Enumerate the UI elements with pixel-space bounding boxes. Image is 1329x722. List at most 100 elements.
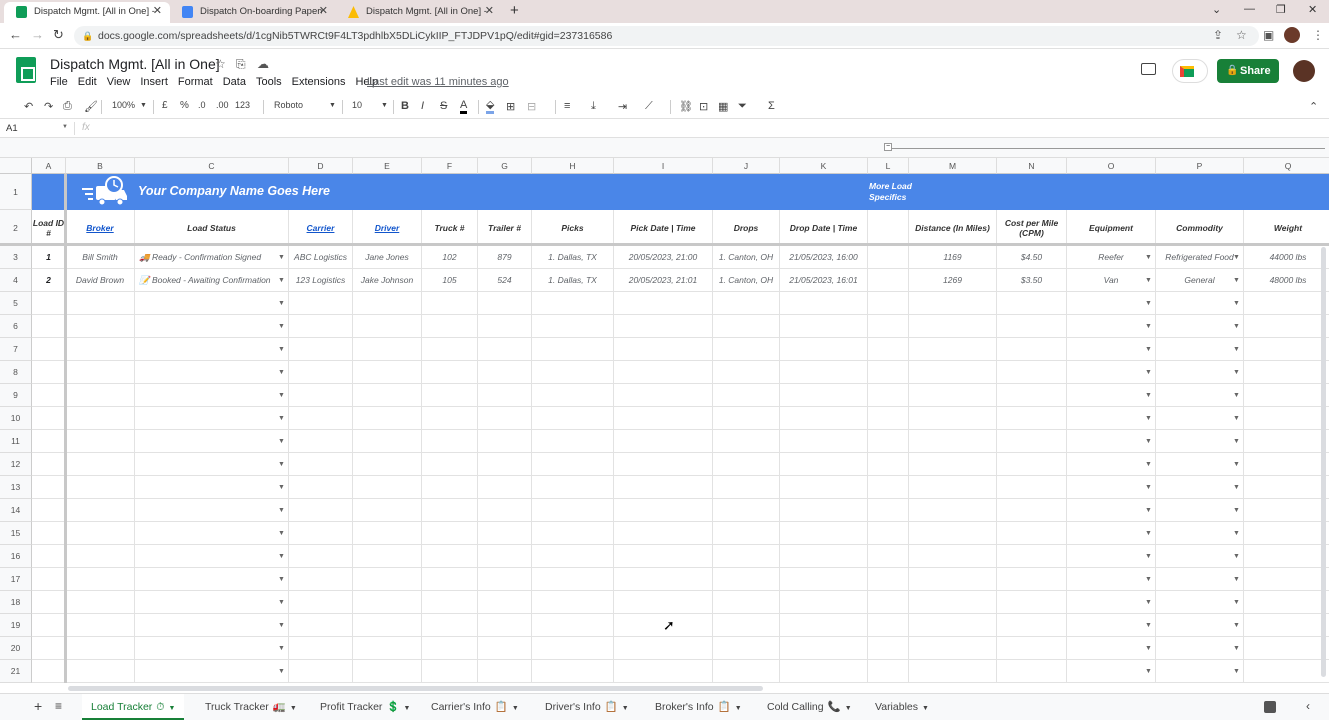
empty-cell[interactable] xyxy=(353,338,422,361)
empty-cell[interactable] xyxy=(135,591,289,614)
empty-cell[interactable] xyxy=(66,338,135,361)
comment-history-icon[interactable] xyxy=(1141,63,1156,75)
vertical-align-icon[interactable]: ⤓ xyxy=(591,100,596,113)
dropdown-arrow-icon[interactable]: ▼ xyxy=(278,254,285,261)
empty-cell[interactable] xyxy=(66,660,135,683)
empty-cell[interactable] xyxy=(713,292,780,315)
empty-cell[interactable] xyxy=(1156,338,1244,361)
empty-cell[interactable] xyxy=(1067,614,1156,637)
empty-cell[interactable] xyxy=(713,453,780,476)
row-header-15[interactable]: 15 xyxy=(0,522,32,545)
horizontal-align-icon[interactable]: ≡ xyxy=(564,100,570,112)
empty-cell[interactable] xyxy=(614,637,713,660)
text-color-icon[interactable]: A xyxy=(460,100,468,114)
dropdown-arrow-icon[interactable]: ▼ xyxy=(1145,323,1152,330)
empty-cell[interactable] xyxy=(353,522,422,545)
column-header-k[interactable]: K xyxy=(780,158,868,174)
empty-cell[interactable] xyxy=(135,361,289,384)
insert-chart-icon[interactable]: ▦ xyxy=(718,100,728,113)
empty-cell[interactable] xyxy=(780,637,868,660)
empty-cell[interactable] xyxy=(1156,476,1244,499)
empty-cell[interactable] xyxy=(289,545,353,568)
empty-cell[interactable] xyxy=(868,407,909,430)
empty-cell[interactable] xyxy=(868,522,909,545)
table-cell[interactable]: 44000 lbs xyxy=(1244,246,1329,269)
insert-comment-icon[interactable]: ⊡ xyxy=(699,100,708,113)
empty-cell[interactable] xyxy=(289,522,353,545)
empty-cell[interactable] xyxy=(289,430,353,453)
add-sheet-button[interactable]: + xyxy=(34,698,42,714)
name-box[interactable]: A1 xyxy=(6,123,18,134)
table-cell[interactable]: 879 xyxy=(478,246,532,269)
empty-cell[interactable] xyxy=(780,591,868,614)
dropdown-arrow-icon[interactable]: ▼ xyxy=(1145,645,1152,652)
dropdown-arrow-icon[interactable]: ▼ xyxy=(1233,323,1240,330)
empty-cell[interactable] xyxy=(478,338,532,361)
dropdown-arrow-icon[interactable]: ▼ xyxy=(1233,300,1240,307)
filter-icon[interactable]: ⏷ xyxy=(738,100,747,113)
table-cell[interactable]: 524 xyxy=(478,269,532,292)
table-cell[interactable]: 105 xyxy=(422,269,478,292)
browser-tab-2[interactable]: Dispatch On-boarding Paperwor ✕ xyxy=(170,2,336,23)
insert-link-icon[interactable]: ⛓ xyxy=(679,100,693,113)
empty-cell[interactable] xyxy=(868,660,909,683)
column-header-l[interactable]: L xyxy=(868,158,909,174)
sheet-tab-load-tracker[interactable]: Load Tracker ⏱ ▼ xyxy=(82,694,185,720)
empty-cell[interactable] xyxy=(1067,499,1156,522)
menu-format[interactable]: Format xyxy=(178,76,213,88)
dropdown-arrow-icon[interactable]: ▼ xyxy=(1145,484,1152,491)
empty-cell[interactable] xyxy=(868,637,909,660)
empty-cell[interactable] xyxy=(66,591,135,614)
empty-cell[interactable] xyxy=(1067,476,1156,499)
empty-cell[interactable] xyxy=(713,660,780,683)
close-icon[interactable]: ✕ xyxy=(319,2,328,21)
all-sheets-menu-icon[interactable]: ≡ xyxy=(55,699,62,713)
empty-cell[interactable] xyxy=(32,338,66,361)
empty-cell[interactable] xyxy=(353,407,422,430)
empty-cell[interactable] xyxy=(32,384,66,407)
empty-cell[interactable] xyxy=(532,453,614,476)
currency-format-button[interactable]: £ xyxy=(162,100,168,111)
empty-cell[interactable] xyxy=(532,660,614,683)
dropdown-arrow-icon[interactable]: ▼ xyxy=(1145,300,1152,307)
column-header-h[interactable]: H xyxy=(532,158,614,174)
dropdown-arrow-icon[interactable]: ▼ xyxy=(1145,599,1152,606)
empty-cell[interactable] xyxy=(66,637,135,660)
empty-cell[interactable] xyxy=(353,430,422,453)
empty-cell[interactable] xyxy=(997,660,1067,683)
header-cell[interactable]: Equipment xyxy=(1067,210,1156,246)
empty-cell[interactable] xyxy=(868,430,909,453)
empty-cell[interactable] xyxy=(135,660,289,683)
empty-cell[interactable] xyxy=(353,660,422,683)
empty-cell[interactable] xyxy=(353,315,422,338)
table-cell[interactable]: 48000 lbs xyxy=(1244,269,1329,292)
merge-cells-icon[interactable]: ⊟ xyxy=(527,100,536,113)
empty-cell[interactable] xyxy=(289,453,353,476)
back-icon[interactable]: ← xyxy=(9,27,22,42)
frozen-column-divider[interactable] xyxy=(64,174,67,683)
column-header-e[interactable]: E xyxy=(353,158,422,174)
table-cell[interactable]: 2 xyxy=(32,269,66,292)
empty-cell[interactable] xyxy=(532,292,614,315)
dropdown-arrow-icon[interactable]: ▼ xyxy=(1233,346,1240,353)
empty-cell[interactable] xyxy=(135,568,289,591)
empty-cell[interactable] xyxy=(868,545,909,568)
dropdown-arrow-icon[interactable]: ▼ xyxy=(278,668,285,675)
empty-cell[interactable] xyxy=(780,407,868,430)
fill-color-icon[interactable]: ⬙ xyxy=(486,100,495,114)
table-cell[interactable]: 102 xyxy=(422,246,478,269)
dropdown-arrow-icon[interactable]: ▼ xyxy=(1233,553,1240,560)
empty-cell[interactable] xyxy=(780,660,868,683)
url-field[interactable]: 🔒 docs.google.com/spreadsheets/d/1cgNib5… xyxy=(74,26,1259,46)
row-header-8[interactable]: 8 xyxy=(0,361,32,384)
header-cell[interactable]: Load Status xyxy=(135,210,289,246)
spreadsheet-grid[interactable]: − Your Company Name Goes Here More Load … xyxy=(0,138,1329,683)
empty-cell[interactable] xyxy=(997,292,1067,315)
company-name-cell[interactable]: Your Company Name Goes Here xyxy=(138,184,330,198)
empty-cell[interactable] xyxy=(997,568,1067,591)
empty-cell[interactable] xyxy=(532,476,614,499)
empty-cell[interactable] xyxy=(1156,292,1244,315)
empty-cell[interactable] xyxy=(532,361,614,384)
move-folder-icon[interactable]: ⎘ xyxy=(236,57,246,72)
empty-cell[interactable] xyxy=(997,545,1067,568)
